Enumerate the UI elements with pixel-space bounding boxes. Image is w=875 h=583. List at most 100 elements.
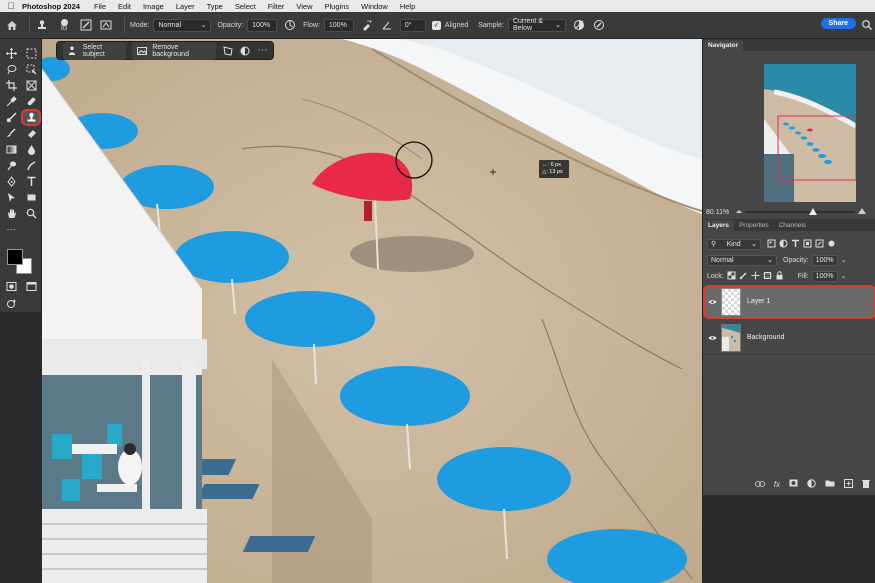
tab-properties[interactable]: Properties xyxy=(734,220,774,231)
smudge-tool-icon[interactable] xyxy=(23,159,39,172)
navigator-zoom-value[interactable]: 80.11% xyxy=(703,209,733,216)
lock-all-icon[interactable] xyxy=(775,270,784,282)
adjustment-icon[interactable] xyxy=(239,46,252,56)
menu-help[interactable]: Help xyxy=(400,2,415,11)
toggle-brush-settings-icon[interactable] xyxy=(79,18,93,32)
menu-file[interactable]: File xyxy=(94,2,106,11)
menu-app-name[interactable]: Photoshop 2024 xyxy=(22,2,80,11)
zoom-out-icon[interactable] xyxy=(733,208,745,216)
ignore-adjustment-layers-icon[interactable] xyxy=(572,18,586,32)
frame-tool-icon[interactable] xyxy=(23,79,39,92)
menu-filter[interactable]: Filter xyxy=(268,2,285,11)
airbrush-icon[interactable] xyxy=(360,18,374,32)
zoom-slider-thumb[interactable] xyxy=(809,208,818,215)
new-adjustment-icon[interactable] xyxy=(807,478,816,490)
healing-brush-tool-icon[interactable] xyxy=(23,95,39,108)
menu-edit[interactable]: Edit xyxy=(118,2,131,11)
menu-window[interactable]: Window xyxy=(361,2,388,11)
layer-row-layer-1[interactable]: Layer 1 xyxy=(703,285,875,319)
pressure-size-icon[interactable] xyxy=(592,18,606,32)
filter-pixel-icon[interactable] xyxy=(767,239,776,250)
home-icon[interactable] xyxy=(0,12,24,39)
filter-toggle-icon[interactable] xyxy=(827,239,836,250)
layer-name[interactable]: Layer 1 xyxy=(747,298,770,305)
filter-smart-object-icon[interactable] xyxy=(815,239,824,250)
tab-channels[interactable]: Channels xyxy=(774,220,811,231)
marquee-tool-icon[interactable] xyxy=(23,47,39,60)
filter-kind-select[interactable]: ⚲ Kind ⌄ xyxy=(707,238,761,250)
mode-select[interactable]: Normal ⌄ xyxy=(153,18,212,32)
eye-icon[interactable] xyxy=(703,335,721,341)
eraser-tool-icon[interactable] xyxy=(23,127,39,140)
fx-icon[interactable]: fx xyxy=(774,480,780,489)
layer-row-background[interactable]: Background xyxy=(703,321,875,355)
zoom-in-icon[interactable] xyxy=(855,207,869,217)
hand-tool-icon[interactable] xyxy=(3,207,19,220)
opacity-input[interactable]: 100% xyxy=(247,18,278,32)
dodge-tool-icon[interactable] xyxy=(3,159,19,172)
blur-tool-icon[interactable] xyxy=(23,143,39,156)
menu-view[interactable]: View xyxy=(296,2,312,11)
clone-stamp-preset-icon[interactable] xyxy=(35,18,49,32)
filter-type-icon[interactable] xyxy=(791,239,800,250)
gradient-tool-icon[interactable] xyxy=(3,143,19,156)
navigator-preview[interactable] xyxy=(764,64,856,202)
blend-mode-select[interactable]: Normal ⌄ xyxy=(707,254,777,266)
rectangle-tool-icon[interactable] xyxy=(23,191,39,204)
move-tool-icon[interactable] xyxy=(3,47,19,60)
chevron-down-icon[interactable]: ⌄ xyxy=(841,272,847,280)
lock-pixels-icon[interactable] xyxy=(739,271,748,282)
lock-transparent-icon[interactable] xyxy=(727,271,736,282)
clone-source-panel-icon[interactable] xyxy=(99,18,113,32)
menu-layer[interactable]: Layer xyxy=(176,2,195,11)
brush-size-picker[interactable]: 93 xyxy=(55,18,73,32)
menu-type[interactable]: Type xyxy=(207,2,223,11)
filter-adjustment-icon[interactable] xyxy=(779,239,788,250)
quick-mask-icon[interactable] xyxy=(3,280,19,293)
angle-input[interactable]: 0° xyxy=(399,18,426,32)
flow-input[interactable]: 100% xyxy=(323,18,354,32)
eye-icon[interactable] xyxy=(703,299,721,305)
lock-artboard-icon[interactable] xyxy=(762,271,772,282)
screen-mode-icon[interactable] xyxy=(23,280,39,293)
new-group-icon[interactable] xyxy=(825,479,835,489)
edit-toolbar-icon[interactable]: ⋯ xyxy=(3,223,19,236)
search-icon[interactable] xyxy=(861,19,873,31)
document-canvas[interactable] xyxy=(42,39,702,583)
history-brush-tool-icon[interactable] xyxy=(3,127,19,140)
generative-fill-icon[interactable] xyxy=(3,297,19,310)
pen-tool-icon[interactable] xyxy=(3,175,19,188)
color-swatches[interactable] xyxy=(7,249,35,275)
object-selection-tool-icon[interactable] xyxy=(23,63,39,76)
brush-tool-icon[interactable] xyxy=(3,111,19,124)
delete-layer-icon[interactable] xyxy=(862,479,870,490)
transform-icon[interactable] xyxy=(222,45,235,56)
add-mask-icon[interactable] xyxy=(789,479,798,489)
select-subject-button[interactable]: Select subject xyxy=(62,41,127,60)
fill-input[interactable]: 100% xyxy=(811,270,838,282)
filter-shape-icon[interactable] xyxy=(803,239,812,250)
eyedropper-tool-icon[interactable] xyxy=(3,95,19,108)
clone-stamp-tool-icon[interactable] xyxy=(21,109,41,126)
share-button[interactable]: Share xyxy=(820,18,856,29)
type-tool-icon[interactable] xyxy=(23,175,39,188)
remove-background-button[interactable]: Remove background xyxy=(132,41,216,60)
lasso-tool-icon[interactable] xyxy=(3,63,19,76)
new-layer-icon[interactable] xyxy=(844,478,853,490)
menu-image[interactable]: Image xyxy=(143,2,164,11)
zoom-slider[interactable] xyxy=(745,207,855,217)
menu-plugins[interactable]: Plugins xyxy=(325,2,350,11)
chevron-down-icon[interactable]: ⌄ xyxy=(841,256,847,264)
tab-navigator[interactable]: Navigator xyxy=(703,40,743,51)
path-selection-tool-icon[interactable] xyxy=(3,191,19,204)
layer-opacity-input[interactable]: 100% xyxy=(811,254,838,266)
apple-icon[interactable]:  xyxy=(0,1,22,11)
more-options-icon[interactable]: ⋯ xyxy=(256,45,269,56)
lock-position-icon[interactable] xyxy=(751,271,760,282)
crop-tool-icon[interactable] xyxy=(3,79,19,92)
menu-select[interactable]: Select xyxy=(235,2,256,11)
aligned-checkbox[interactable]: ✓ xyxy=(431,20,441,30)
link-layers-icon[interactable] xyxy=(754,480,765,489)
pressure-opacity-icon[interactable] xyxy=(283,18,297,32)
tab-layers[interactable]: Layers xyxy=(703,220,734,231)
